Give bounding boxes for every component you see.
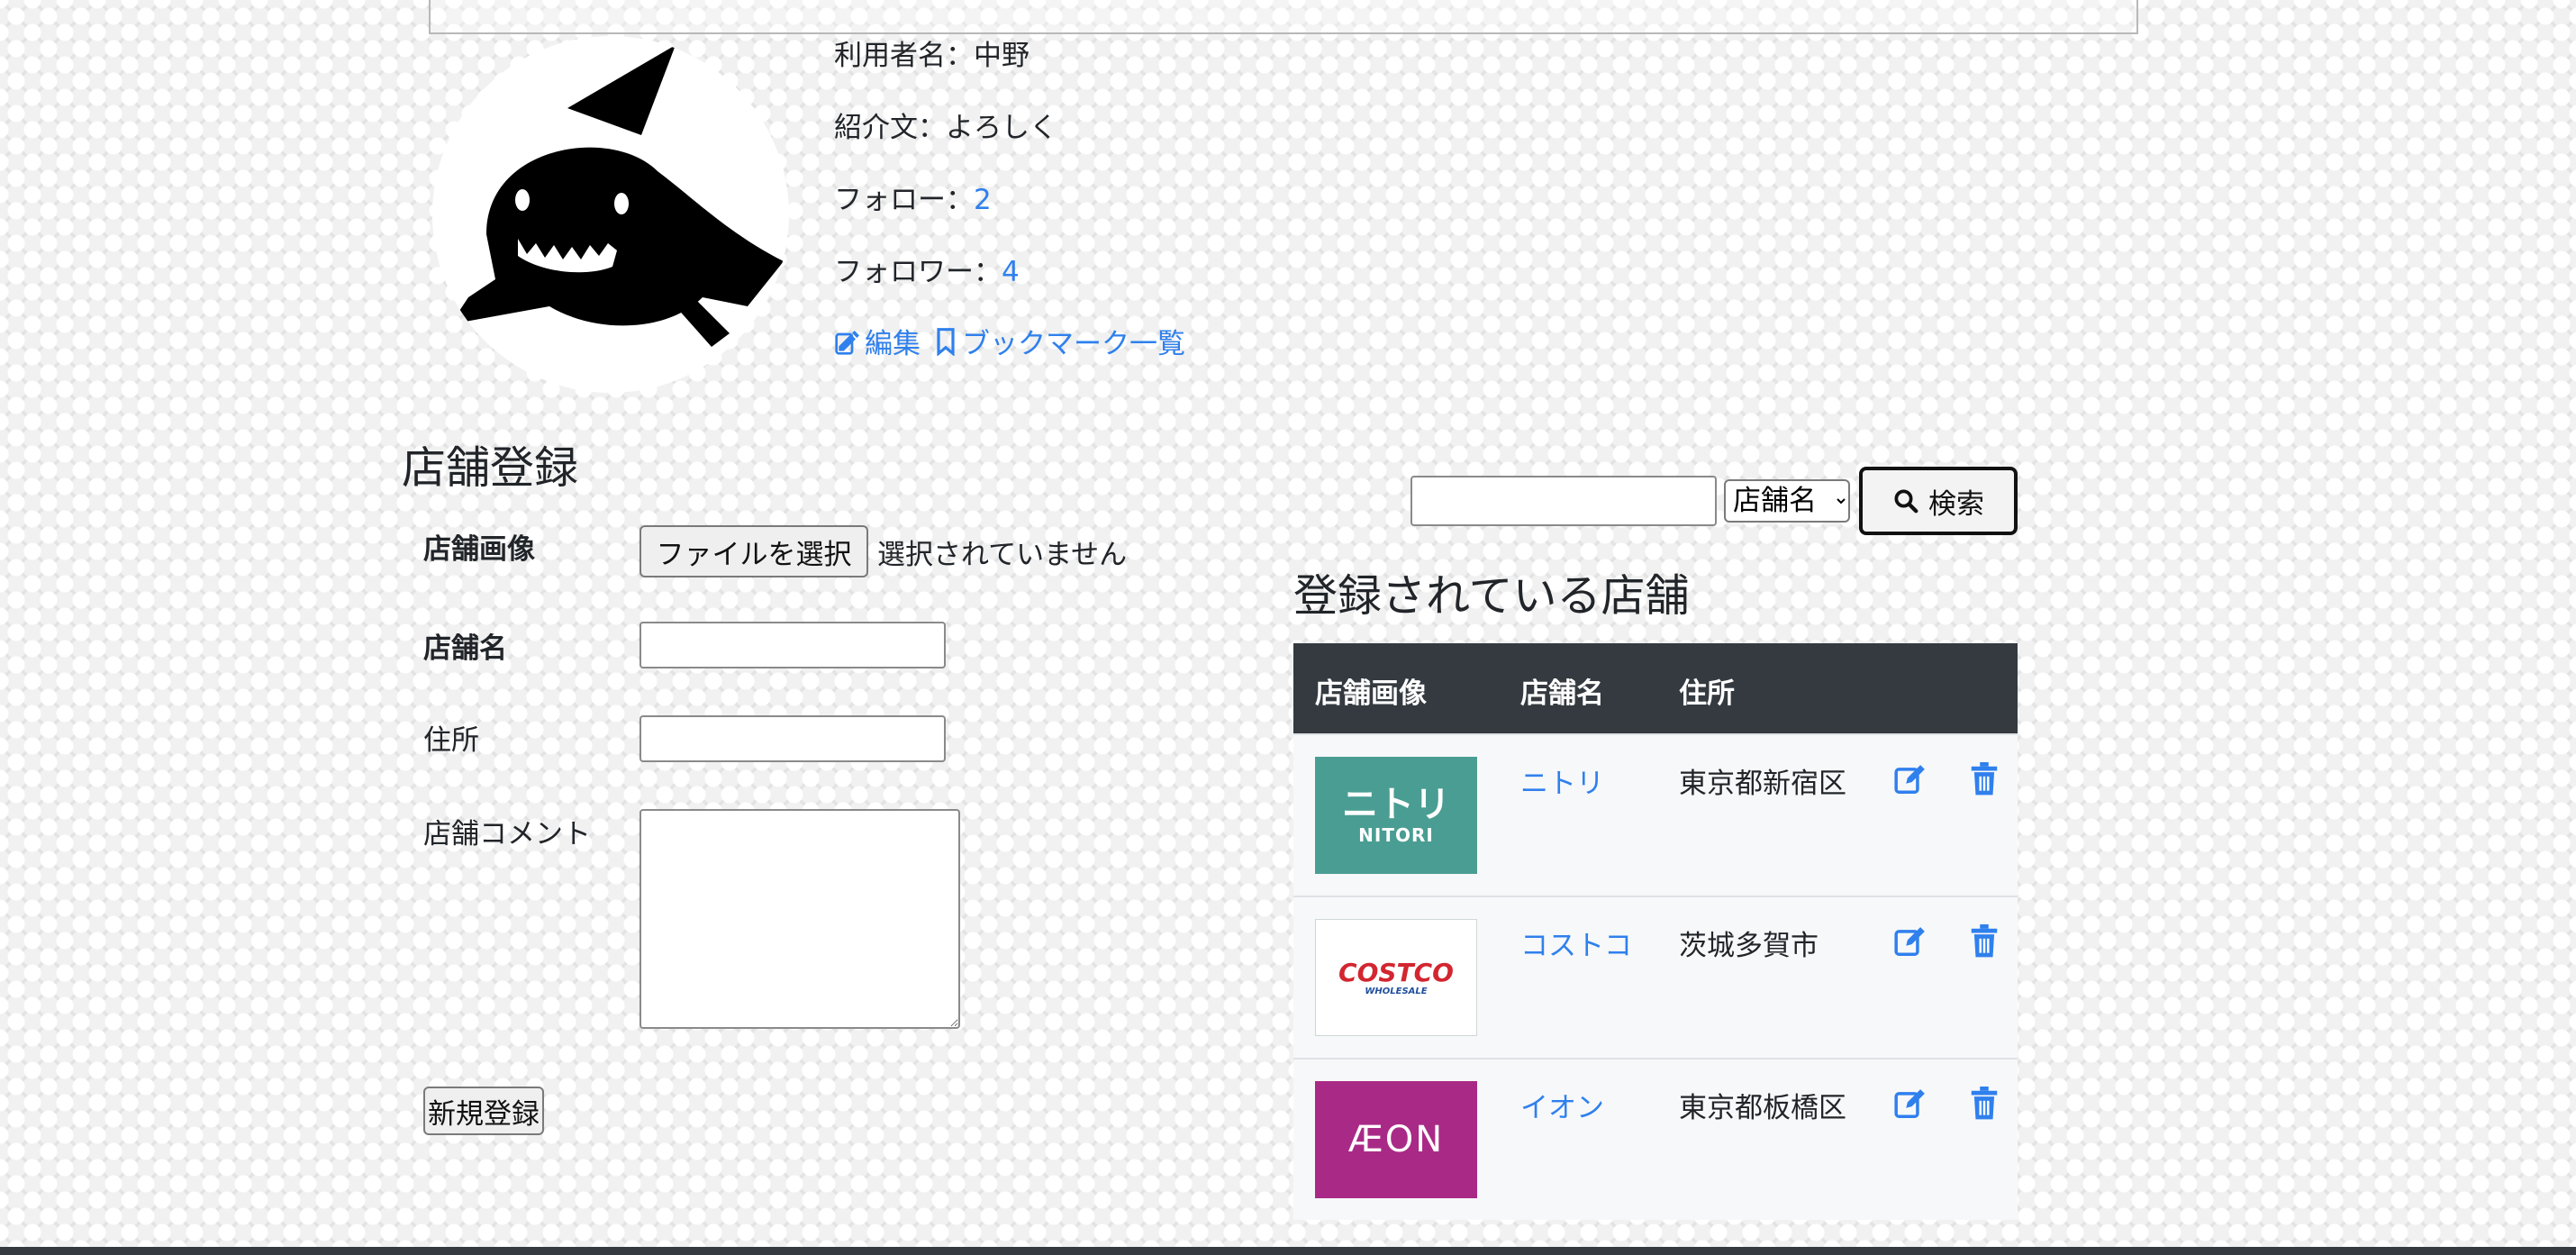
address-input[interactable] xyxy=(639,715,946,762)
store-name-link[interactable]: イオン xyxy=(1520,1085,1604,1125)
store-address: 東京都新宿区 xyxy=(1679,768,1846,800)
edit-profile-link[interactable]: 編集 xyxy=(834,321,921,361)
bio: 紹介文：よろしく xyxy=(834,112,1057,144)
logo-en-text: NITORI xyxy=(1358,824,1434,846)
store-table: 店舗画像 店舗名 住所 ニトリ NITORI ニトリ 東京都新宿区 COSTCO… xyxy=(1293,643,2018,1220)
trash-icon[interactable] xyxy=(1969,762,2000,796)
address-label: 住所 xyxy=(423,724,479,757)
store-logo-aeon: ÆON xyxy=(1315,1081,1477,1198)
table-row: COSTCO WHOLESALE コストコ 茨城多賀市 xyxy=(1293,896,2018,1058)
logo-jp-text: ニトリ xyxy=(1342,784,1450,825)
store-address: 東京都板橋区 xyxy=(1679,1092,1846,1124)
col-store-image: 店舗画像 xyxy=(1315,678,1427,710)
follow-count-link[interactable]: 2 xyxy=(974,184,992,216)
store-name-link[interactable]: ニトリ xyxy=(1520,760,1604,801)
store-registration-title: 店舗登録 xyxy=(402,442,579,494)
store-comment-textarea[interactable] xyxy=(639,809,960,1029)
footer-bar xyxy=(0,1247,2576,1255)
store-logo-nitori: ニトリ NITORI xyxy=(1315,757,1477,874)
col-address: 住所 xyxy=(1679,678,1735,710)
shark-icon xyxy=(450,45,784,347)
table-row: ÆON イオン 東京都板橋区 xyxy=(1293,1058,2018,1220)
table-header: 店舗画像 店舗名 住所 xyxy=(1293,643,2018,733)
follower-row: フォロワー：4 xyxy=(834,249,1020,289)
edit-icon xyxy=(835,330,859,355)
store-image-label: 店舗画像 xyxy=(423,533,535,566)
username: 利用者名：中野 xyxy=(834,40,1029,72)
bookmark-link-label: ブックマーク一覧 xyxy=(962,328,1185,360)
store-name-label: 店舗名 xyxy=(423,632,507,665)
bookmark-icon xyxy=(937,327,955,356)
store-name-input[interactable] xyxy=(639,622,946,668)
follower-count-link[interactable]: 4 xyxy=(1002,256,1020,288)
follow-label: フォロー： xyxy=(834,184,974,216)
search-button[interactable]: 検索 xyxy=(1859,467,2018,535)
search-input[interactable] xyxy=(1410,476,1717,526)
store-list-title: 登録されている店舗 xyxy=(1293,570,1690,622)
file-status: 選択されていません xyxy=(877,539,1128,571)
edit-icon[interactable] xyxy=(1893,1087,1927,1121)
search-icon xyxy=(1894,489,1918,514)
logo-wholesale-text: WHOLESALE xyxy=(1365,986,1428,996)
col-store-name: 店舗名 xyxy=(1520,678,1604,710)
avatar xyxy=(432,36,789,393)
follower-label: フォロワー： xyxy=(834,256,1002,288)
follow-row: フォロー：2 xyxy=(834,177,992,217)
logo-aeon-text: ÆON xyxy=(1347,1119,1445,1160)
trash-icon[interactable] xyxy=(1969,924,2000,959)
store-address: 茨城多賀市 xyxy=(1679,930,1819,962)
register-button[interactable]: 新規登録 xyxy=(423,1087,544,1135)
logo-costco-text: COSTCO xyxy=(1338,957,1454,987)
profile-links: 編集 ブックマーク一覧 xyxy=(834,321,1185,361)
store-logo-costco: COSTCO WHOLESALE xyxy=(1315,919,1477,1036)
bookmark-list-link[interactable]: ブックマーク一覧 xyxy=(931,321,1185,361)
search-button-label: 検索 xyxy=(1928,487,1984,521)
choose-file-button[interactable]: ファイルを選択 xyxy=(639,525,868,577)
trash-icon[interactable] xyxy=(1969,1087,2000,1121)
store-name-link[interactable]: コストコ xyxy=(1520,923,1632,963)
edit-link-label: 編集 xyxy=(865,328,921,360)
edit-icon[interactable] xyxy=(1893,924,1927,959)
edit-icon[interactable] xyxy=(1893,762,1927,796)
top-panel xyxy=(429,0,2138,34)
store-comment-label: 店舗コメント xyxy=(423,818,591,850)
search-type-select[interactable]: 店舗名 xyxy=(1724,479,1850,523)
table-row: ニトリ NITORI ニトリ 東京都新宿区 xyxy=(1293,733,2018,896)
